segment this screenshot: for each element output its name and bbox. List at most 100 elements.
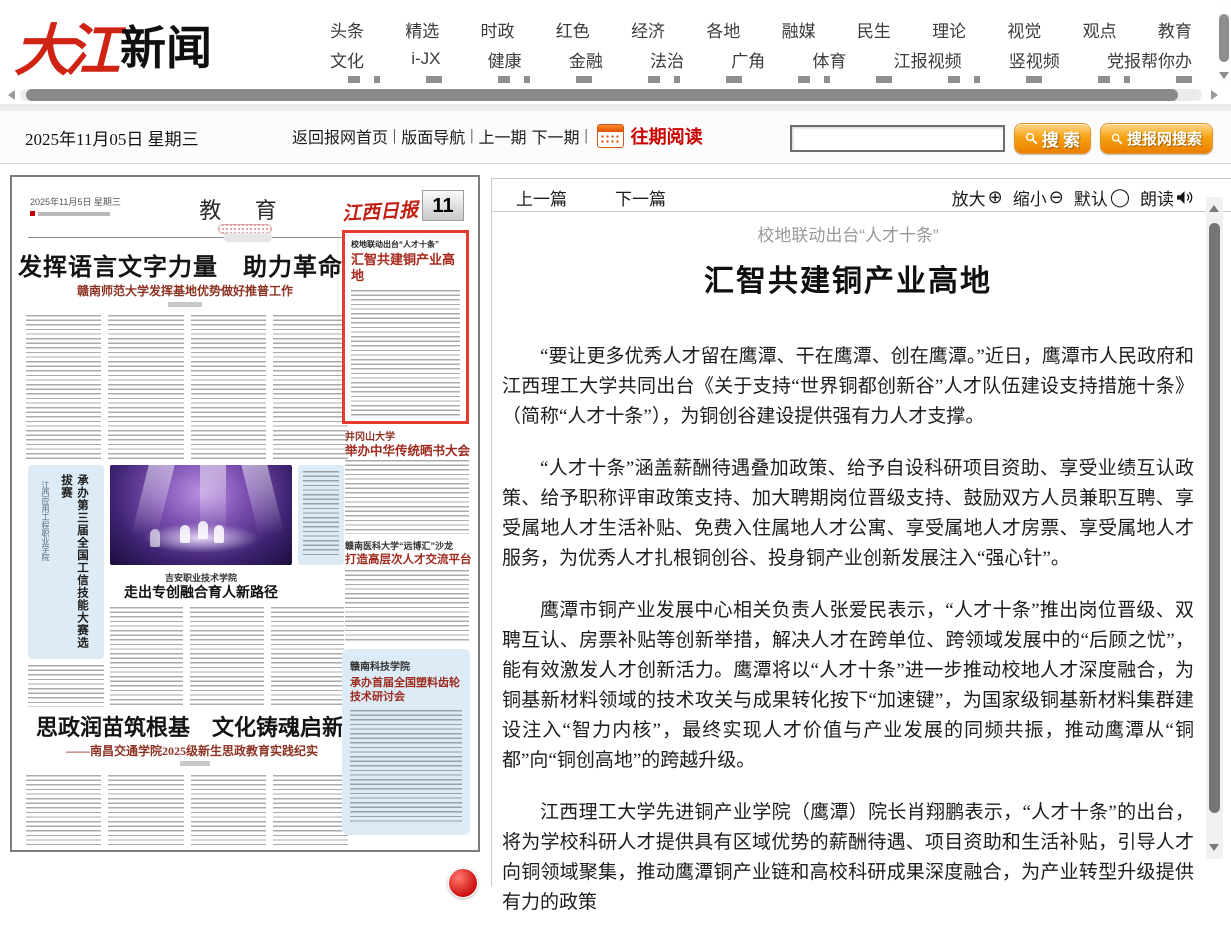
search-icon [1025, 132, 1038, 145]
nav-item[interactable]: 时政 [481, 17, 515, 42]
horizontal-scrollbar[interactable] [6, 88, 1218, 102]
next-article-link[interactable]: 下一篇 [615, 185, 666, 210]
newsprint-text-block [28, 665, 104, 707]
newspaper-page-image[interactable]: 2025年11月5日 星期三 教 育 江西日报 11 发挥语言文字力量 助力革命… [10, 175, 480, 852]
nav-item[interactable]: 江报视频 [894, 47, 962, 72]
nav-item[interactable]: 头条 [330, 17, 364, 42]
main-nav: 头条 精选 时政 红色 经济 各地 融媒 民生 理论 视觉 观点 教育 文化 i… [330, 14, 1192, 83]
nav-item[interactable]: 融媒 [782, 17, 816, 42]
nav-item[interactable]: 健康 [488, 47, 522, 72]
page-navigation-link[interactable]: 版面导航 [401, 124, 465, 148]
zoom-in-icon: ⊕ [988, 189, 1003, 207]
newsprint-text-block [345, 570, 469, 642]
selected-article-kicker: 校地联动出台“人才十条” [351, 239, 460, 250]
separator: | [393, 127, 396, 145]
scroll-left-arrow-icon[interactable] [8, 90, 15, 100]
zoom-out-icon: ⊖ [1049, 189, 1064, 207]
nav-row-1: 头条 精选 时政 红色 经济 各地 融媒 民生 理论 视觉 观点 教育 [330, 14, 1192, 44]
nav-item[interactable]: 文化 [330, 47, 364, 72]
calendar-icon-grid [600, 134, 621, 145]
nav-item[interactable]: 广角 [731, 47, 765, 72]
scroll-up-arrow-icon[interactable] [1209, 205, 1219, 212]
search-button[interactable]: 搜 索 [1014, 123, 1091, 154]
default-size-icon: ◯ [1110, 189, 1130, 207]
speaker-icon [1176, 189, 1193, 206]
site-header: 大江新闻 头条 精选 时政 红色 经济 各地 融媒 民生 理论 视觉 观点 教育… [0, 0, 1231, 88]
newsprint-text-block [110, 607, 344, 705]
zoom-in-button[interactable]: 放大 ⊕ [952, 185, 1003, 210]
paper-vertical-headline: 承办第三届全国工信技能大赛选拔赛 [58, 474, 90, 659]
article-reader-panel: 上一篇 下一篇 放大 ⊕ 缩小 ⊖ 默认 ◯ 朗读 [491, 178, 1231, 886]
paper-masthead: 江西日报 [341, 195, 418, 226]
nav-item[interactable]: 竖视频 [1009, 47, 1060, 72]
back-to-site-link[interactable]: 返回报网首页 [292, 124, 388, 148]
nav-item[interactable]: 红色 [556, 17, 590, 42]
article-paragraph: 江西理工大学先进铜产业学院（鹰潭）院长肖翔鹏表示，“人才十条”的出台，将为学校科… [502, 798, 1194, 918]
scrollbar-thumb[interactable] [1209, 223, 1220, 813]
nav-item[interactable]: 观点 [1083, 17, 1117, 42]
paper-plastic-gear-kicker: 赣南科技学院 [350, 658, 462, 673]
logo-brand-black: 新闻 [120, 22, 212, 74]
newsprint-text-block [351, 290, 460, 418]
date-toolbar: 2025年11月05日 星期三 返回报网首页 | 版面导航 | 上一期 下一期 … [0, 104, 1231, 164]
dancer-figure [180, 525, 190, 543]
article-paragraph: 鹰潭市铜产业发展中心相关负责人张爱民表示，“人才十条”推出岗位晋级、双聘互认、房… [502, 596, 1194, 776]
nav-item[interactable]: 体育 [812, 47, 846, 72]
nav-item[interactable]: 视觉 [1007, 17, 1041, 42]
dancer-figure [198, 521, 208, 539]
nav-item[interactable]: i-JX [411, 49, 440, 69]
nav-item[interactable]: 金融 [569, 47, 603, 72]
scrollbar-thumb[interactable] [26, 89, 1178, 101]
newsprint-text-block [26, 315, 348, 461]
next-issue-link[interactable]: 下一期 [531, 124, 579, 148]
floating-red-button[interactable] [448, 868, 478, 898]
article-vertical-scrollbar[interactable] [1206, 197, 1223, 859]
read-aloud-button[interactable]: 朗读 [1140, 185, 1193, 210]
calendar-icon[interactable] [597, 124, 624, 148]
contact-text-blur [38, 212, 110, 216]
search-area: 搜 索 搜报网搜索 [790, 123, 1213, 154]
nav-item[interactable]: 教育 [1158, 17, 1192, 42]
nav-item[interactable]: 理论 [932, 17, 966, 42]
nav-row-2: 文化 i-JX 健康 金融 法治 广角 体育 江报视频 竖视频 党报帮你办 [330, 44, 1192, 74]
nav-item[interactable]: 精选 [405, 17, 439, 42]
zoom-in-label: 放大 [952, 185, 986, 210]
nav-item[interactable]: 法治 [650, 47, 684, 72]
article-paragraph: “人才十条”涵盖薪酬待遇叠加政策、给予自设科研项目资助、享受业绩互认政策、给予职… [502, 454, 1194, 574]
nav-item[interactable]: 各地 [706, 17, 740, 42]
nav-item[interactable]: 民生 [857, 17, 891, 42]
article-body: “要让更多优秀人才留在鹰潭、干在鹰潭、创在鹰潭。”近日，鹰潭市人民政府和江西理工… [502, 342, 1194, 918]
selected-article-box[interactable]: 校地联动出台“人才十条” 汇智共建铜产业高地 [342, 230, 469, 424]
paper-author-blur [168, 302, 202, 307]
default-size-button[interactable]: 默认 ◯ [1074, 185, 1130, 210]
newsprint-text-block [350, 710, 462, 824]
previous-article-link[interactable]: 上一篇 [516, 185, 567, 210]
zoom-out-label: 缩小 [1013, 185, 1047, 210]
paper-vertical-label: 江西应用工程职业学院 [40, 481, 51, 561]
search-input[interactable] [790, 125, 1005, 152]
search-button-label: 搜 索 [1042, 126, 1080, 151]
article-paragraph: “要让更多优秀人才留在鹰潭、干在鹰潭、创在鹰潭。”近日，鹰潭市人民政府和江西理工… [502, 342, 1194, 432]
nav-row3-clipped [330, 76, 1192, 83]
scroll-down-arrow-icon[interactable] [1219, 72, 1229, 79]
page-vertical-scrollbar[interactable] [1218, 2, 1230, 86]
current-date: 2025年11月05日 星期三 [25, 125, 199, 150]
nav-item[interactable]: 党报帮你办 [1107, 47, 1192, 72]
site-search-button[interactable]: 搜报网搜索 [1100, 123, 1213, 154]
zoom-out-button[interactable]: 缩小 ⊖ [1013, 185, 1064, 210]
paper-page-number: 11 [422, 190, 464, 221]
paper-jinggangshan-headline: 举办中华传统晒书大会 [345, 440, 469, 459]
scrollbar-thumb[interactable] [1219, 14, 1229, 62]
previous-issue-link[interactable]: 上一期 [478, 124, 526, 148]
article-nav-links: 上一篇 下一篇 [516, 185, 666, 210]
newsprint-text-block [26, 775, 348, 845]
nav-item[interactable]: 经济 [631, 17, 665, 42]
scroll-right-arrow-icon[interactable] [1211, 90, 1218, 100]
past-issues-link[interactable]: 往期阅读 [631, 123, 703, 149]
paper-photo-caption-box [298, 465, 344, 565]
scroll-down-arrow-icon[interactable] [1209, 844, 1219, 851]
site-logo[interactable]: 大江新闻 [14, 6, 212, 87]
scrollbar-track[interactable] [20, 89, 1202, 101]
logo-brand-red: 大江 [14, 18, 114, 84]
separator: | [470, 127, 473, 145]
